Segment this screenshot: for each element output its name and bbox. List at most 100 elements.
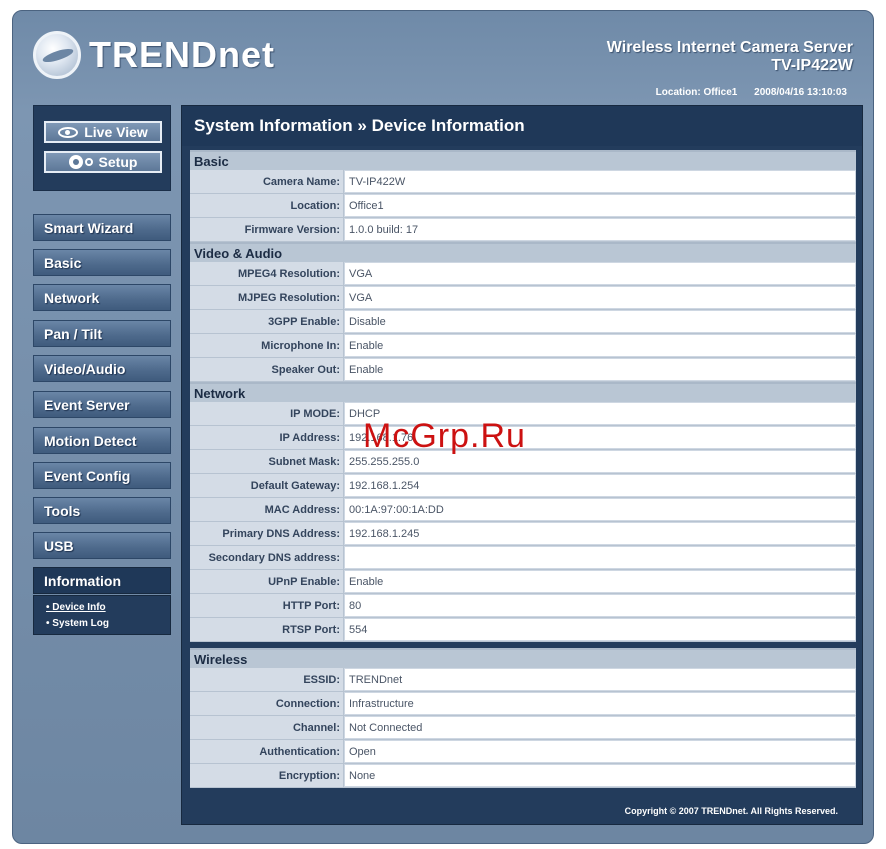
field-label: Channel:	[190, 716, 344, 739]
information-submenu: • Device Info • System Log	[33, 595, 171, 635]
table-row: RTSP Port: 554	[190, 618, 856, 642]
sidebar-item-label: Event Server	[44, 396, 130, 413]
table-row: MJPEG Resolution: VGA	[190, 286, 856, 310]
sidebar-item-tools[interactable]: Tools	[33, 497, 171, 524]
live-view-button[interactable]: Live View	[44, 121, 162, 143]
sidebar-item-label: Video/Audio	[44, 360, 126, 377]
field-value: Disable	[344, 310, 856, 333]
sidebar-item-network[interactable]: Network	[33, 284, 171, 311]
table-row: UPnP Enable: Enable	[190, 570, 856, 594]
page-title: System Information » Device Information	[194, 116, 525, 135]
field-value: Enable	[344, 334, 856, 357]
field-label: Authentication:	[190, 740, 344, 763]
field-label: ESSID:	[190, 668, 344, 691]
table-row: Authentication: Open	[190, 740, 856, 764]
field-value: 00:1A:97:00:1A:DD	[344, 498, 856, 521]
table-row: Camera Name: TV-IP422W	[190, 170, 856, 194]
section-header: Video & Audio	[190, 242, 856, 262]
live-view-label: Live View	[84, 124, 148, 140]
main-panel: System Information » Device Information …	[181, 105, 863, 825]
table-row: Location: Office1	[190, 194, 856, 218]
field-value: Open	[344, 740, 856, 763]
field-label: Connection:	[190, 692, 344, 715]
table-row: Microphone In: Enable	[190, 334, 856, 358]
sidebar-item-label: Smart Wizard	[44, 219, 134, 236]
sidebar-item-smart-wizard[interactable]: Smart Wizard	[33, 214, 171, 241]
table-row: Default Gateway: 192.168.1.254	[190, 474, 856, 498]
field-value: TRENDnet	[344, 668, 856, 691]
table-row: MPEG4 Resolution: VGA	[190, 262, 856, 286]
sidebar-item-information[interactable]: Information	[33, 567, 171, 594]
product-name: Wireless Internet Camera Server	[606, 39, 853, 56]
field-label: MAC Address:	[190, 498, 344, 521]
sidebar-item-label: Network	[44, 289, 100, 306]
field-value: 1.0.0 build: 17	[344, 218, 856, 241]
submenu-device-info[interactable]: • Device Info	[46, 600, 170, 616]
table-row: Connection: Infrastructure	[190, 692, 856, 716]
sidebar-item-usb[interactable]: USB	[33, 532, 171, 559]
sidebar-item-label: Motion Detect	[44, 432, 137, 449]
field-label: Speaker Out:	[190, 358, 344, 381]
field-value: None	[344, 764, 856, 787]
field-label: 3GPP Enable:	[190, 310, 344, 333]
sidebar-item-label: Basic	[44, 254, 82, 271]
field-label: Microphone In:	[190, 334, 344, 357]
app-frame: TRENDnet Wireless Internet Camera Server…	[12, 10, 874, 844]
table-row: 3GPP Enable: Disable	[190, 310, 856, 334]
field-value: Enable	[344, 358, 856, 381]
field-value: Office1	[344, 194, 856, 217]
location-text: Location: Office1	[655, 87, 738, 98]
setup-label: Setup	[98, 154, 138, 170]
watermark-text: McGrp.Ru	[363, 417, 526, 455]
location-datetime: Location: Office1 2008/04/16 13:10:03	[656, 87, 847, 98]
sidebar-item-video-audio[interactable]: Video/Audio	[33, 355, 171, 382]
field-value: VGA	[344, 286, 856, 309]
device-info-table: Basic Camera Name: TV-IP422W Location: Offic…	[190, 150, 856, 788]
section-header: Wireless	[190, 648, 856, 668]
section-header: Basic	[190, 150, 856, 170]
table-row: Firmware Version: 1.0.0 build: 17	[190, 218, 856, 242]
field-label: Default Gateway:	[190, 474, 344, 497]
field-label: MPEG4 Resolution:	[190, 262, 344, 285]
datetime-text: 2008/04/16 13:10:03	[754, 87, 847, 98]
field-label: RTSP Port:	[190, 618, 344, 641]
field-label: Encryption:	[190, 764, 344, 787]
field-label: Secondary DNS address:	[190, 546, 344, 569]
sidebar-item-label: Tools	[44, 502, 81, 519]
field-label: IP Address:	[190, 426, 344, 449]
table-row: Secondary DNS address:	[190, 546, 856, 570]
view-mode-panel: Live View Setup	[33, 105, 171, 191]
field-value: Enable	[344, 570, 856, 593]
section-header: Network	[190, 382, 856, 402]
field-value: 80	[344, 594, 856, 617]
field-value: 192.168.1.254	[344, 474, 856, 497]
sidebar-item-event-config[interactable]: Event Config	[33, 462, 171, 489]
field-label: Location:	[190, 194, 344, 217]
copyright-text: Copyright © 2007 TRENDnet. All Rights Re…	[624, 806, 838, 816]
submenu-system-log[interactable]: • System Log	[46, 616, 170, 632]
sidebar-item-pan-tilt[interactable]: Pan / Tilt	[33, 320, 171, 347]
field-value: 554	[344, 618, 856, 641]
trendnet-logo: TRENDnet	[33, 29, 275, 81]
sidebar-item-event-server[interactable]: Event Server	[33, 391, 171, 418]
field-label: Camera Name:	[190, 170, 344, 193]
field-label: Subnet Mask:	[190, 450, 344, 473]
field-value: 192.168.1.245	[344, 522, 856, 545]
sidebar-item-basic[interactable]: Basic	[33, 249, 171, 276]
field-label: UPnP Enable:	[190, 570, 344, 593]
field-label: HTTP Port:	[190, 594, 344, 617]
sidebar-item-motion-detect[interactable]: Motion Detect	[33, 427, 171, 454]
field-value	[344, 546, 856, 569]
field-label: Primary DNS Address:	[190, 522, 344, 545]
field-label: IP MODE:	[190, 402, 344, 425]
sidebar-item-label: Event Config	[44, 467, 131, 484]
eye-icon	[58, 126, 79, 138]
table-row: MAC Address: 00:1A:97:00:1A:DD	[190, 498, 856, 522]
field-value: TV-IP422W	[344, 170, 856, 193]
globe-logo-icon	[33, 31, 81, 79]
table-row: Encryption: None	[190, 764, 856, 788]
setup-button[interactable]: Setup	[44, 151, 162, 173]
field-label: Firmware Version:	[190, 218, 344, 241]
table-row: Channel: Not Connected	[190, 716, 856, 740]
field-value: VGA	[344, 262, 856, 285]
